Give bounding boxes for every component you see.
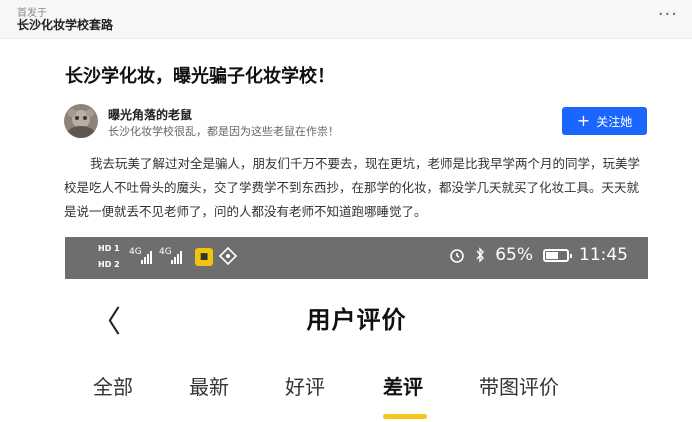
column-name-link[interactable]: 长沙化妆学校套路 bbox=[17, 16, 113, 33]
signal-bars-icon bbox=[141, 250, 152, 264]
review-tabs: 全部 最新 好评 差评 带图评价 bbox=[65, 371, 648, 411]
embedded-screenshot: HD 1 HD 2 4G 4G ■ 65% 11:45 〈 用户评价 全部 最新… bbox=[65, 237, 648, 422]
signal-2-label: 4G bbox=[159, 247, 172, 257]
article-body: 我去玩美了解过对全是骗人，朋友们千万不要去，现在更坑，老师是比我早学两个月的同学… bbox=[64, 156, 641, 219]
author-name[interactable]: 曝光角落的老鼠 bbox=[108, 106, 192, 123]
tab-all[interactable]: 全部 bbox=[93, 371, 133, 400]
more-dots-icon[interactable]: ··· bbox=[658, 4, 678, 25]
plus-icon: + bbox=[576, 111, 591, 130]
author-bio: 长沙化妆学校很乱，都是因为这些老鼠在作祟！ bbox=[108, 125, 339, 138]
hotspot-icon bbox=[219, 247, 237, 265]
top-header: 首发于 长沙化妆学校套路 ··· bbox=[0, 0, 692, 39]
page-title: 用户评价 bbox=[306, 306, 407, 334]
signal-1-label: 4G bbox=[129, 247, 142, 257]
follow-button[interactable]: + 关注她 bbox=[562, 107, 647, 135]
article-title: 长沙学化妆，曝光骗子化妆学校！ bbox=[65, 66, 335, 87]
hd1-label: HD 1 bbox=[98, 244, 120, 253]
avatar[interactable] bbox=[64, 104, 98, 138]
follow-button-label: 关注她 bbox=[596, 114, 633, 129]
tab-negative[interactable]: 差评 bbox=[383, 371, 423, 400]
status-time: 11:45 bbox=[579, 245, 628, 265]
alarm-icon bbox=[450, 249, 465, 263]
phone-status-bar: HD 1 HD 2 4G 4G ■ 65% 11:45 bbox=[65, 237, 648, 279]
tab-with-photos[interactable]: 带图评价 bbox=[479, 371, 559, 400]
bluetooth-icon bbox=[476, 247, 485, 263]
battery-icon bbox=[543, 248, 572, 262]
active-tab-indicator bbox=[383, 414, 427, 419]
status-right: 65% 11:45 bbox=[449, 245, 628, 265]
tab-positive[interactable]: 好评 bbox=[285, 371, 325, 400]
avatar-photo-icon bbox=[64, 104, 98, 138]
hd2-label: HD 2 bbox=[98, 260, 120, 269]
tab-newest[interactable]: 最新 bbox=[189, 371, 229, 400]
battery-percent: 65% bbox=[495, 245, 533, 265]
app-notification-icon: ■ bbox=[195, 248, 213, 266]
signal-bars-icon bbox=[171, 250, 182, 264]
